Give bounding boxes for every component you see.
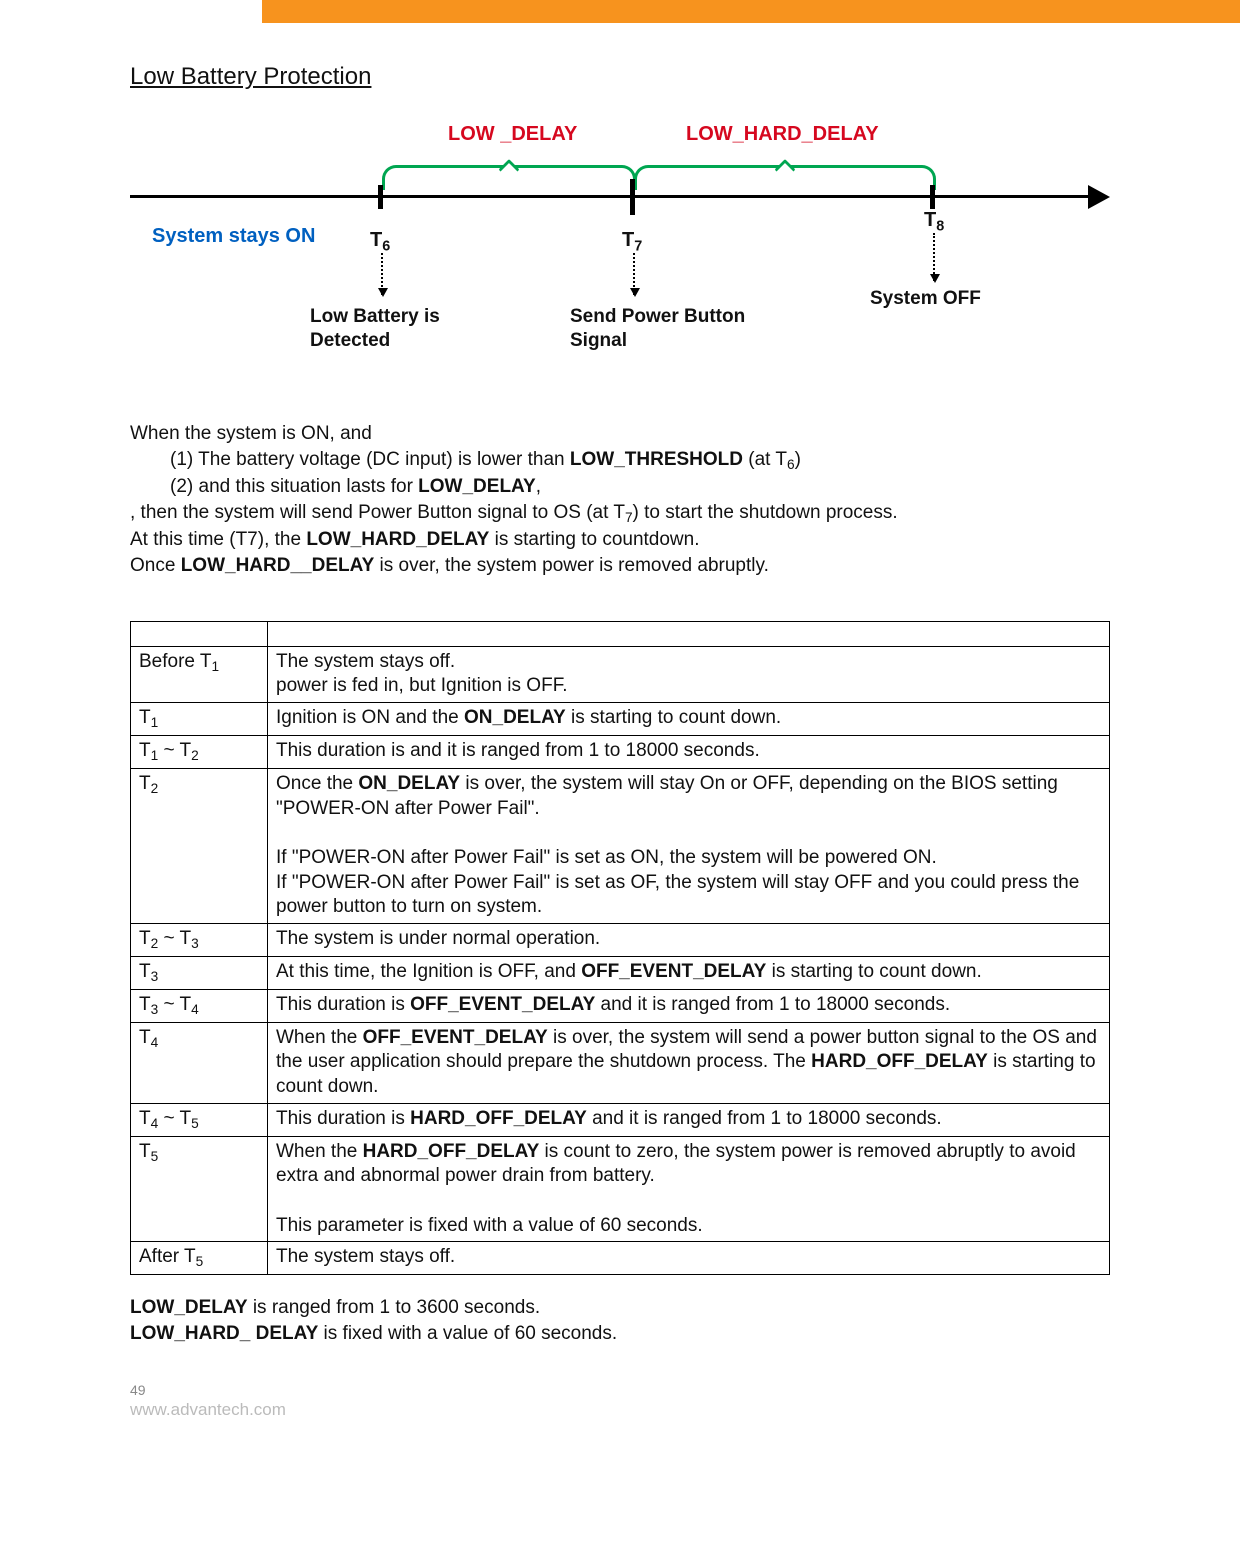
brace-low-hard-delay [634,165,936,190]
arrow-down-icon [378,288,388,297]
table-row: T4 ~ T5This duration is HARD_OFF_DELAY a… [131,1103,1110,1136]
time-cell: After T5 [131,1242,268,1275]
arrow-t8 [933,233,935,281]
text-line: LOW_HARD_ DELAY is fixed with a value of… [130,1321,1110,1347]
time-cell: T2 ~ T3 [131,923,268,956]
header-white-block [0,0,262,25]
text-line: Once LOW_HARD__DELAY is over, the system… [130,553,1110,579]
desc-cell: The system stays off.power is fed in, bu… [268,646,1110,702]
page-footer: 49 www.advantech.com [130,1382,1110,1420]
desc-cell: When the OFF_EVENT_DELAY is over, the sy… [268,1022,1110,1103]
desc-cell: The system stays off. [268,1242,1110,1275]
text-line: When the system is ON, and [130,421,1110,447]
description-text: When the system is ON, and (1) The batte… [130,421,1110,579]
arrow-t6 [381,253,383,295]
tick-t7 [630,179,635,215]
table-row: After T5The system stays off. [131,1242,1110,1275]
arrow-down-icon [930,274,940,283]
label-t8: T8 [924,209,944,234]
table-row: T1 ~ T2This duration is and it is ranged… [131,735,1110,768]
desc-cell: Once the ON_DELAY is over, the system wi… [268,768,1110,923]
table-row: T1Ignition is ON and the ON_DELAY is sta… [131,703,1110,736]
arrow-down-icon [630,288,640,297]
timing-table: Before T1The system stays off.power is f… [130,621,1110,1275]
table-row: Before T1The system stays off.power is f… [131,646,1110,702]
text-line: LOW_DELAY is ranged from 1 to 3600 secon… [130,1295,1110,1321]
label-low-hard-delay: LOW_HARD_DELAY [686,123,879,146]
tick-t6 [378,185,383,209]
footer-url: www.advantech.com [130,1400,286,1419]
time-cell: T1 ~ T2 [131,735,268,768]
text-line: At this time (T7), the LOW_HARD_DELAY is… [130,527,1110,553]
label-t7: T7 [622,229,642,254]
event-system-off: System OFF [870,287,1030,311]
label-t6: T6 [370,229,390,254]
desc-cell: This duration is and it is ranged from 1… [268,735,1110,768]
desc-cell: At this time, the Ignition is OFF, and O… [268,956,1110,989]
time-cell: T4 [131,1022,268,1103]
desc-cell: The system is under normal operation. [268,923,1110,956]
text-line: (2) and this situation lasts for LOW_DEL… [170,474,1110,500]
desc-cell: This duration is OFF_EVENT_DELAY and it … [268,989,1110,1022]
page-number: 49 [130,1382,1110,1398]
header-bar [0,0,1240,23]
time-cell: Before T1 [131,646,268,702]
label-system-on: System stays ON [152,225,315,248]
time-cell: T3 ~ T4 [131,989,268,1022]
desc-cell: This duration is HARD_OFF_DELAY and it i… [268,1103,1110,1136]
axis-arrow-icon [1088,185,1110,209]
time-axis [130,195,1092,198]
time-cell: T2 [131,768,268,923]
table-row: T3 ~ T4This duration is OFF_EVENT_DELAY … [131,989,1110,1022]
timing-diagram: LOW _DELAY LOW_HARD_DELAY System stays O… [130,109,1110,399]
table-row: T5When the HARD_OFF_DELAY is count to ze… [131,1136,1110,1242]
desc-cell: Ignition is ON and the ON_DELAY is start… [268,703,1110,736]
table-row: T4When the OFF_EVENT_DELAY is over, the … [131,1022,1110,1103]
text-line: (1) The battery voltage (DC input) is lo… [170,447,1110,475]
page-content: Low Battery Protection LOW _DELAY LOW_HA… [0,23,1240,1450]
table-row [131,621,1110,646]
table-row: T3At this time, the Ignition is OFF, and… [131,956,1110,989]
event-send-signal: Send Power Button Signal [570,305,750,353]
table-row: T2 ~ T3The system is under normal operat… [131,923,1110,956]
brace-low-delay [382,165,636,190]
arrow-t7 [633,253,635,295]
section-title: Low Battery Protection [130,63,1110,91]
tick-t8 [930,185,935,209]
text-line: , then the system will send Power Button… [130,500,1110,528]
notes: LOW_DELAY is ranged from 1 to 3600 secon… [130,1295,1110,1346]
time-cell: T3 [131,956,268,989]
event-low-battery: Low Battery is Detected [310,305,490,353]
label-low-delay: LOW _DELAY [448,123,577,146]
table-row: T2Once the ON_DELAY is over, the system … [131,768,1110,923]
desc-cell: When the HARD_OFF_DELAY is count to zero… [268,1136,1110,1242]
time-cell: T5 [131,1136,268,1242]
time-cell: T1 [131,703,268,736]
time-cell: T4 ~ T5 [131,1103,268,1136]
